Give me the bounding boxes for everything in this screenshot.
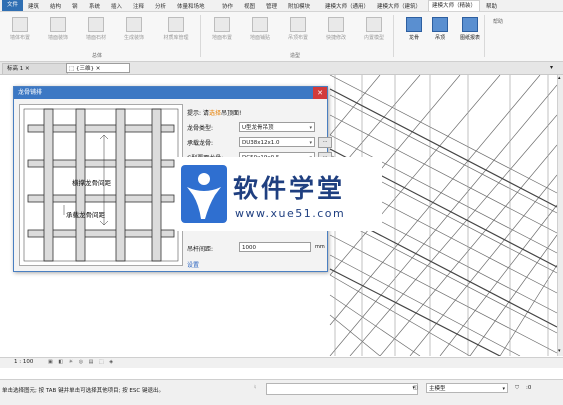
ribbon-button[interactable]: 地面布置 bbox=[204, 14, 240, 46]
keel-preview-image: 横撑龙骨间距 承载龙骨间距 bbox=[19, 104, 183, 266]
report-icon bbox=[462, 17, 478, 32]
floor-icon bbox=[214, 17, 230, 32]
ribbon-separator bbox=[484, 15, 485, 57]
stone-icon bbox=[88, 17, 104, 32]
ribbon-button[interactable]: 墙面石材 bbox=[78, 14, 114, 46]
help-group-label[interactable]: 帮助 bbox=[493, 18, 503, 25]
ribbon-button[interactable]: 墙面装饰 bbox=[40, 14, 76, 46]
preview-label-bearing-keel: 承载龙骨间距 bbox=[66, 210, 106, 219]
settings-link[interactable]: 设置 bbox=[187, 260, 199, 269]
menu-item[interactable]: 注释 bbox=[133, 2, 144, 10]
watermark-url: www.xue51.com bbox=[235, 207, 346, 220]
wall-icon bbox=[12, 17, 28, 32]
ribbon: 墙体布置 墙面装饰 墙面石材 生成装饰 材质库管理 地面布置 地面铺贴 吊顶布置… bbox=[0, 12, 563, 62]
menu-item-active[interactable]: 建模大师（精装） bbox=[428, 0, 481, 11]
status-bar: 单击选择图元; 按 TAB 键并单击可选择其他项目; 按 ESC 键退出。 ♮ … bbox=[0, 379, 563, 405]
dialog-title: 龙骨铺排 bbox=[18, 89, 43, 96]
3d-view-icon: ⬚ bbox=[69, 66, 75, 72]
keel-type-select[interactable]: U型龙骨吊顶 ▾ bbox=[239, 122, 315, 132]
group-label: 总体 bbox=[92, 53, 103, 59]
keel-preview-drawing: 横撑龙骨间距 承载龙骨间距 bbox=[23, 108, 179, 262]
bearing-keel-more-button[interactable]: ··· bbox=[318, 137, 332, 148]
preview-label-cross-keel: 横撑龙骨间距 bbox=[72, 178, 112, 187]
logo-figure bbox=[187, 173, 221, 219]
keel-type-label: 龙骨类型: bbox=[187, 125, 214, 132]
workset-icon: ♮ bbox=[254, 384, 257, 391]
ceiling-icon bbox=[290, 17, 306, 32]
scroll-down-icon[interactable]: ▾ bbox=[558, 348, 561, 354]
selection-count: :0 bbox=[526, 385, 532, 391]
ribbon-button[interactable]: 生成装饰 bbox=[116, 14, 152, 46]
tile-icon bbox=[252, 17, 268, 32]
menu-item[interactable]: 帮助 bbox=[486, 2, 497, 10]
hanger-spacing-input[interactable]: 1000 bbox=[239, 242, 311, 252]
ribbon-separator bbox=[393, 15, 394, 57]
filter-icon[interactable]: ⛉ bbox=[515, 385, 519, 392]
menu-item[interactable]: 建模大师（通用） bbox=[325, 2, 369, 10]
menu-item[interactable]: 建筑 bbox=[28, 2, 39, 10]
ribbon-button[interactable]: 内置模型 bbox=[356, 14, 392, 46]
generate-icon bbox=[126, 17, 142, 32]
menu-item[interactable]: 建模大师（建筑） bbox=[377, 2, 421, 10]
chevron-down-icon: ▾ bbox=[309, 140, 312, 146]
keel-icon bbox=[406, 17, 422, 32]
tab-menu-icon[interactable]: ▾ bbox=[550, 64, 553, 71]
model-icon bbox=[366, 17, 382, 32]
tab-3d-view[interactable]: ⬚ {三维} ✕ bbox=[66, 63, 130, 73]
ceiling-grid-icon bbox=[432, 17, 448, 32]
workset-combo[interactable]: ▾ bbox=[266, 383, 418, 395]
hanger-spacing-unit: mm bbox=[315, 244, 325, 250]
material-icon bbox=[168, 17, 184, 32]
tab-level-1[interactable]: 标高 1 ✕ bbox=[2, 63, 68, 74]
file-menu[interactable]: 文件 bbox=[2, 0, 23, 11]
vertical-scrollbar[interactable]: ▴ ▾ bbox=[557, 75, 563, 356]
xue51-logo-icon bbox=[181, 165, 227, 223]
ribbon-button[interactable]: 墙体布置 bbox=[2, 14, 38, 46]
menu-bar: 文件 建筑 结构 钢 系统 插入 注释 分析 体量和场地 协作 视图 管理 附加… bbox=[0, 0, 563, 12]
chevron-down-icon: ▾ bbox=[309, 125, 312, 131]
editable-only-icon[interactable]: ◫ bbox=[413, 385, 418, 391]
menu-item[interactable]: 分析 bbox=[155, 2, 166, 10]
menu-item[interactable]: 插入 bbox=[111, 2, 122, 10]
hanger-spacing-label: 吊杆间距: bbox=[187, 246, 214, 253]
wall-decor-icon bbox=[50, 17, 66, 32]
view-control-icons[interactable]: ▣ ◧ ☀ ◎ ▤ ⬚ ◈ bbox=[48, 359, 118, 367]
dialog-title-bar[interactable]: 龙骨铺排 bbox=[14, 87, 327, 99]
ribbon-separator bbox=[200, 15, 201, 57]
menu-item[interactable]: 体量和场地 bbox=[177, 2, 205, 10]
design-option-combo[interactable]: 主模型 ▾ bbox=[426, 383, 508, 393]
menu-item[interactable]: 协作 bbox=[222, 2, 233, 10]
watermark-title: 软件学堂 bbox=[233, 174, 346, 203]
chevron-down-icon: ▾ bbox=[502, 386, 505, 392]
ribbon-button[interactable]: 材质库管理 bbox=[158, 14, 194, 46]
document-tabs: 标高 1 ✕ ⬚ {三维} ✕ ▾ bbox=[0, 62, 563, 75]
bearing-keel-label: 承载龙骨: bbox=[187, 140, 214, 147]
status-message: 单击选择图元; 按 TAB 键并单击可选择其他项目; 按 ESC 键退出。 bbox=[2, 388, 164, 394]
drawing-report-button[interactable]: 图纸报表 bbox=[452, 14, 488, 46]
edit-icon bbox=[328, 17, 344, 32]
menu-item[interactable]: 系统 bbox=[89, 2, 100, 10]
close-icon[interactable]: ✕ bbox=[96, 66, 101, 72]
ribbon-button[interactable]: 吊顶布置 bbox=[280, 14, 316, 46]
watermark-logo: 软件学堂 www.xue51.com bbox=[177, 157, 382, 231]
close-button[interactable]: ✕ bbox=[313, 87, 327, 99]
view-control-bar: 1 : 100 ▣ ◧ ☀ ◎ ▤ ⬚ ◈ bbox=[0, 357, 563, 368]
group-label: 造型 bbox=[290, 53, 301, 59]
menu-item[interactable]: 视图 bbox=[244, 2, 255, 10]
hint-text: 提示: 请选择吊顶面! bbox=[187, 110, 242, 117]
bearing-keel-select[interactable]: DU38x12x1.0 ▾ bbox=[239, 137, 315, 147]
scroll-up-icon[interactable]: ▴ bbox=[558, 75, 561, 81]
close-icon[interactable]: ✕ bbox=[25, 66, 30, 72]
menu-item[interactable]: 附加模块 bbox=[288, 2, 310, 10]
ribbon-button[interactable]: 地面铺贴 bbox=[242, 14, 278, 46]
menu-item[interactable]: 管理 bbox=[266, 2, 277, 10]
view-scale[interactable]: 1 : 100 bbox=[14, 359, 33, 365]
menu-item[interactable]: 结构 bbox=[50, 2, 61, 10]
menu-item[interactable]: 钢 bbox=[72, 2, 78, 10]
ribbon-button[interactable]: 快捷修改 bbox=[318, 14, 354, 46]
select-link[interactable]: 选择 bbox=[209, 110, 221, 117]
